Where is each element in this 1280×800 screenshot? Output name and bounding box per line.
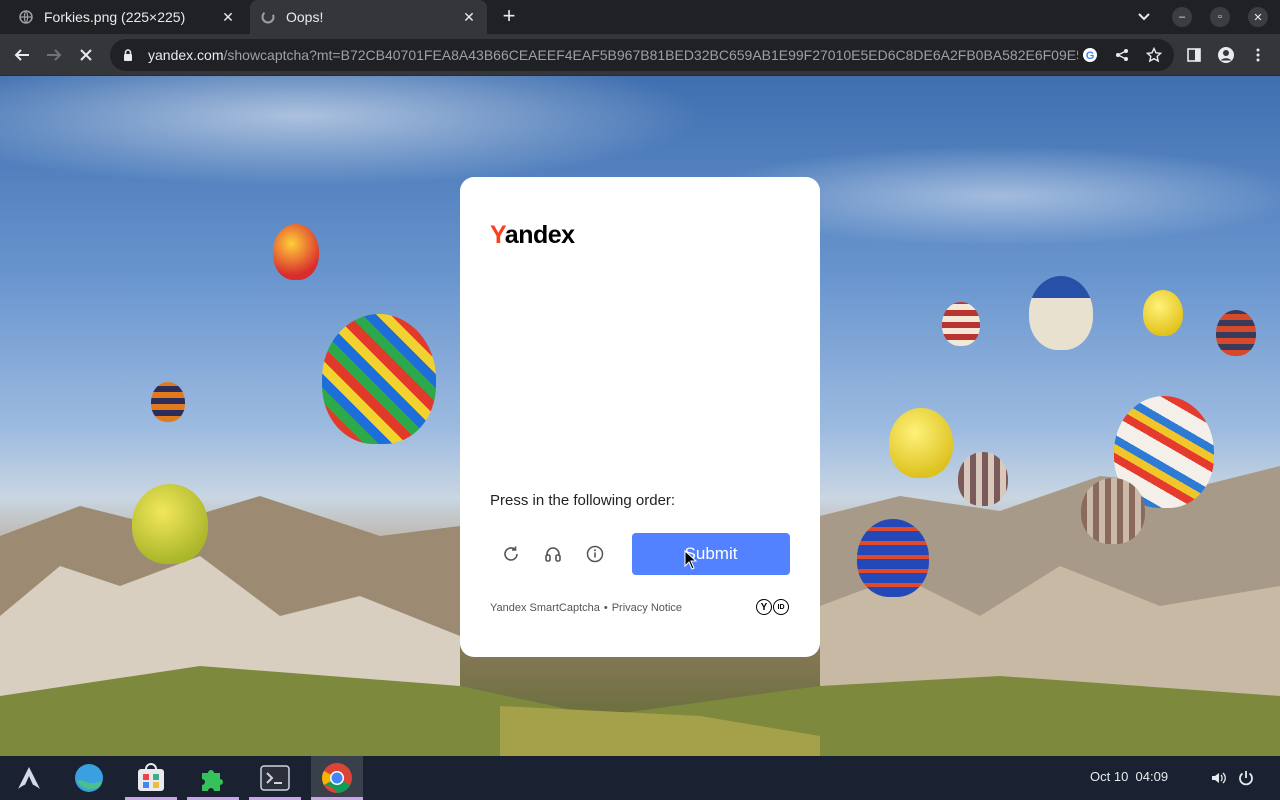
profile-icon[interactable] [1214, 43, 1238, 67]
arch-menu-icon[interactable] [3, 756, 55, 800]
url-path: /showcaptcha?mt=B72CB40701FEA8A43B66CEAE… [223, 47, 1078, 63]
back-icon[interactable] [10, 43, 34, 67]
tab-search-icon[interactable] [1134, 7, 1154, 27]
forward-icon[interactable] [42, 43, 66, 67]
yandex-id-logo: Y ID [756, 599, 789, 615]
yandex-logo: Yandex [490, 221, 575, 249]
balloon [132, 484, 208, 564]
audio-challenge-icon[interactable] [542, 543, 564, 565]
bookmark-star-icon[interactable] [1142, 43, 1166, 67]
terminal-icon[interactable] [249, 756, 301, 800]
close-tab-icon[interactable]: ✕ [220, 9, 236, 25]
refresh-icon[interactable] [500, 543, 522, 565]
tab-title: Forkies.png (225×225) [44, 9, 186, 25]
url-host: yandex.com [148, 47, 224, 63]
submit-button[interactable]: Submit [632, 533, 790, 575]
stop-loading-icon[interactable] [74, 43, 98, 67]
captcha-card: Yandex Press in the following order: Sub… [460, 177, 820, 657]
balloon [1029, 276, 1093, 350]
puzzle-icon[interactable] [187, 756, 239, 800]
balloon [273, 224, 319, 280]
balloon [151, 382, 185, 422]
globe-icon [18, 9, 34, 25]
loading-icon [260, 9, 276, 25]
tab-title: Oops! [286, 9, 324, 25]
power-icon[interactable] [1236, 768, 1256, 788]
close-tab-icon[interactable]: ✕ [461, 9, 477, 25]
maximize-icon[interactable]: ▫ [1210, 7, 1230, 27]
side-panel-icon[interactable] [1182, 43, 1206, 67]
balloon [322, 314, 436, 444]
lock-icon[interactable] [120, 47, 136, 63]
captcha-page-background: Yandex Press in the following order: Sub… [0, 76, 1280, 756]
footer-separator: • [603, 602, 608, 614]
mouse-cursor-icon [684, 550, 698, 570]
close-window-icon[interactable]: ✕ [1248, 7, 1268, 27]
captcha-footer: Yandex SmartCaptcha • Privacy Notice [490, 602, 682, 614]
balloon [958, 452, 1008, 506]
balloon [942, 302, 980, 346]
address-bar[interactable]: yandex.com/showcaptcha?mt=B72CB40701FEA8… [110, 39, 1174, 71]
tab-strip: Forkies.png (225×225) ✕ Oops! ✕ + – ▫ ✕ [0, 0, 1280, 34]
volume-icon[interactable] [1208, 768, 1228, 788]
browser-toolbar: yandex.com/showcaptcha?mt=B72CB40701FEA8… [0, 34, 1280, 76]
taskbar: Oct 10 04:09 [0, 756, 1280, 800]
store-icon[interactable] [125, 756, 177, 800]
share-icon[interactable] [1110, 43, 1134, 67]
google-icon[interactable]: G [1078, 43, 1102, 67]
tab-forkies[interactable]: Forkies.png (225×225) ✕ [8, 0, 246, 34]
tab-oops[interactable]: Oops! ✕ [250, 0, 487, 34]
balloon [1216, 310, 1256, 356]
globe-app-icon[interactable] [63, 756, 115, 800]
minimize-icon[interactable]: – [1172, 7, 1192, 27]
time-label: 04:09 [1135, 769, 1169, 784]
balloon [857, 519, 929, 597]
privacy-notice-link[interactable]: Privacy Notice [612, 602, 682, 614]
balloon [1081, 478, 1145, 544]
chrome-icon[interactable] [311, 756, 363, 800]
date-label: Oct 10 [1090, 769, 1129, 784]
captcha-instruction: Press in the following order: [490, 492, 676, 509]
balloon [889, 408, 953, 478]
new-tab-button[interactable]: + [497, 5, 521, 29]
svg-text:G: G [1086, 50, 1095, 62]
balloon [1143, 290, 1183, 336]
info-icon[interactable] [584, 543, 606, 565]
url-text: yandex.com/showcaptcha?mt=B72CB40701FEA8… [148, 47, 1078, 63]
smartcaptcha-link[interactable]: Yandex SmartCaptcha [490, 602, 600, 614]
taskbar-clock[interactable]: Oct 10 04:09 [1090, 769, 1168, 784]
menu-kebab-icon[interactable] [1246, 43, 1270, 67]
